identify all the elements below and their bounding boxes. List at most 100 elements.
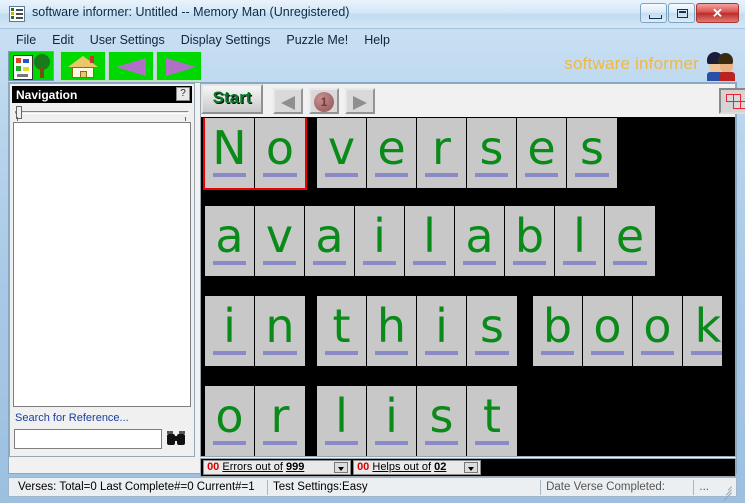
puzzle-word[interactable]: this: [317, 296, 517, 366]
letter-tile[interactable]: t: [467, 386, 517, 456]
navigation-title: Navigation: [16, 88, 78, 102]
letter-tile-char: e: [527, 121, 556, 175]
help-icon[interactable]: ?: [176, 87, 190, 101]
letter-tile[interactable]: l: [555, 206, 605, 276]
letter-tile-underline: [375, 351, 408, 355]
letter-tile[interactable]: v: [255, 206, 305, 276]
menu-item-file[interactable]: File: [8, 31, 44, 49]
letter-tile[interactable]: r: [417, 118, 467, 188]
plan-tree-button[interactable]: [8, 51, 54, 81]
next-verse-button[interactable]: [345, 88, 375, 114]
puzzle-mode-dropdown[interactable]: [719, 88, 745, 114]
letter-tile-underline: [591, 351, 624, 355]
letter-tile[interactable]: s: [567, 118, 617, 188]
helps-dropdown-icon[interactable]: [464, 462, 478, 473]
letter-tile[interactable]: o: [633, 296, 683, 366]
home-button[interactable]: [60, 51, 106, 81]
menu-item-puzzle-me[interactable]: Puzzle Me!: [278, 31, 356, 49]
letter-tile[interactable]: o: [255, 118, 305, 188]
vertical-scrollbar[interactable]: [722, 118, 735, 456]
letter-tile-underline: [425, 173, 458, 177]
search-input[interactable]: [14, 429, 162, 449]
triangle-right-icon: [353, 96, 367, 110]
menu-item-display-settings[interactable]: Display Settings: [173, 31, 279, 49]
letter-tile[interactable]: a: [305, 206, 355, 276]
letter-tile-underline: [313, 261, 346, 265]
title-bar: software informer: Untitled -- Memory Ma…: [0, 0, 745, 29]
back-button[interactable]: [108, 51, 154, 81]
letter-tile[interactable]: o: [205, 386, 255, 456]
letter-tile[interactable]: s: [417, 386, 467, 456]
puzzle-row: inthisbook: [201, 296, 735, 366]
letter-tile-char: l: [423, 209, 436, 263]
errors-dropdown-icon[interactable]: [334, 462, 348, 473]
puzzle-word[interactable]: in: [205, 296, 305, 366]
letter-tile[interactable]: e: [367, 118, 417, 188]
letter-tile[interactable]: b: [505, 206, 555, 276]
letter-tile[interactable]: n: [255, 296, 305, 366]
letter-tile[interactable]: i: [417, 296, 467, 366]
letter-tile[interactable]: s: [467, 296, 517, 366]
letter-tile[interactable]: b: [533, 296, 583, 366]
letter-tile-underline: [213, 173, 246, 177]
resize-grip-icon[interactable]: [719, 480, 733, 501]
maximize-button[interactable]: [668, 3, 695, 23]
letter-tile[interactable]: l: [317, 386, 367, 456]
start-button[interactable]: Start: [201, 84, 263, 114]
letter-tile-underline: [325, 173, 358, 177]
close-button[interactable]: ✕: [696, 3, 739, 23]
letter-tile[interactable]: i: [355, 206, 405, 276]
letter-tile[interactable]: i: [367, 386, 417, 456]
previous-verse-button[interactable]: [273, 88, 303, 114]
letter-tile[interactable]: r: [255, 386, 305, 456]
puzzle-toolbar: Start 1 Easy Hard: [201, 84, 745, 118]
letter-tile[interactable]: l: [405, 206, 455, 276]
letter-tile-char: s: [479, 121, 504, 175]
letter-tile-char: v: [265, 209, 294, 263]
menu-item-user-settings[interactable]: User Settings: [82, 31, 173, 49]
letter-tile-char: i: [435, 299, 448, 353]
puzzle-word[interactable]: book: [533, 296, 733, 366]
letter-tile[interactable]: v: [317, 118, 367, 188]
menu-item-edit[interactable]: Edit: [44, 31, 82, 49]
binoculars-icon[interactable]: [165, 429, 189, 450]
letter-tile-char: s: [480, 299, 504, 353]
letter-tile-char: h: [376, 299, 407, 353]
letter-tile[interactable]: e: [517, 118, 567, 188]
puzzle-word[interactable]: verses: [317, 118, 617, 188]
letter-tile-underline: [425, 441, 458, 445]
puzzle-word[interactable]: or: [205, 386, 305, 456]
minimize-button[interactable]: [640, 3, 667, 23]
navigation-list[interactable]: [13, 122, 191, 407]
forward-button[interactable]: [156, 51, 202, 81]
puzzle-word[interactable]: available: [205, 206, 655, 276]
letter-tile[interactable]: s: [467, 118, 517, 188]
status-date-value: ...: [693, 480, 714, 495]
letter-tile[interactable]: t: [317, 296, 367, 366]
puzzle-word[interactable]: list: [317, 386, 517, 456]
letter-tile[interactable]: e: [605, 206, 655, 276]
letter-tile[interactable]: a: [205, 206, 255, 276]
letter-tile-char: i: [385, 389, 398, 443]
letter-tile-char: o: [643, 299, 672, 353]
puzzle-mode-button[interactable]: [719, 88, 745, 114]
puzzle-row: Noverses: [201, 118, 735, 190]
letter-tile[interactable]: h: [367, 296, 417, 366]
letter-tile-underline: [213, 261, 246, 265]
letter-tile-underline: [263, 351, 297, 355]
letter-tile-char: a: [465, 209, 494, 263]
letter-tile[interactable]: i: [205, 296, 255, 366]
letter-tile[interactable]: N: [205, 118, 255, 188]
puzzle-word[interactable]: No: [203, 118, 307, 190]
verse-counter-button[interactable]: 1: [309, 88, 339, 114]
letter-tile-underline: [213, 351, 246, 355]
window-title: software informer: Untitled -- Memory Ma…: [32, 5, 350, 19]
letter-tile[interactable]: o: [583, 296, 633, 366]
letter-tile-char: r: [270, 389, 290, 443]
navigation-slider[interactable]: [13, 106, 191, 121]
menu-item-help[interactable]: Help: [356, 31, 398, 49]
letter-tile-char: s: [580, 121, 604, 175]
letter-tile[interactable]: a: [455, 206, 505, 276]
errors-max: 999: [285, 461, 305, 473]
letter-tile-char: l: [573, 209, 586, 263]
